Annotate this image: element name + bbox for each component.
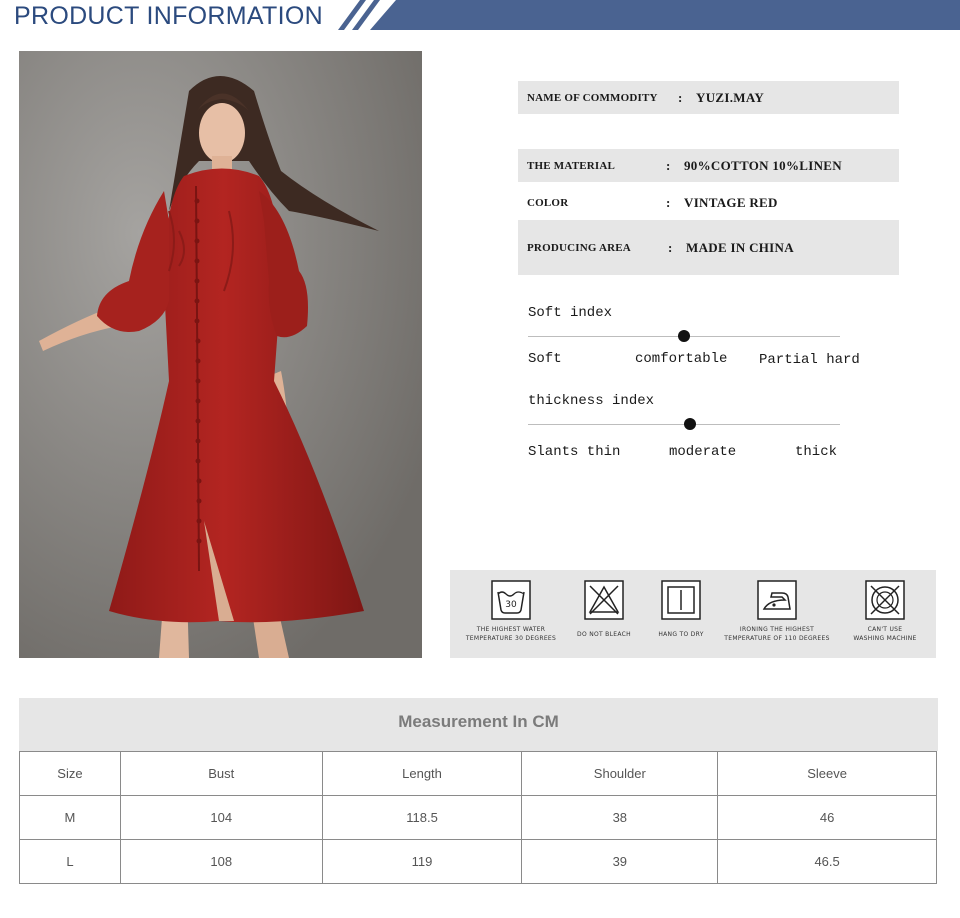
table-cell: M — [19, 795, 121, 840]
care-caption: HANG TO DRY — [658, 631, 704, 638]
thickness-index-label-low: Slants thin — [528, 444, 621, 460]
care-caption: CAN'T USE WASHING MACHINE — [853, 626, 917, 642]
table-header-cell: Sleeve — [717, 751, 937, 796]
spec-label: PRODUCING AREA — [527, 242, 631, 254]
no-machine-wash-icon — [865, 580, 905, 620]
wash-30-icon: 30 — [491, 580, 531, 620]
do-not-bleach-icon — [584, 580, 624, 620]
care-item-hang: HANG TO DRY — [646, 580, 716, 639]
hang-to-dry-icon — [661, 580, 701, 620]
care-item-bleach: DO NOT BLEACH — [568, 580, 640, 639]
table-cell: 104 — [119, 795, 323, 840]
care-caption: THE HIGHEST WATER TEMPERATURE 30 DEGREES — [465, 626, 557, 642]
table-cell: 118.5 — [321, 795, 523, 840]
spec-value: YUZI.MAY — [696, 90, 765, 105]
table-cell: L — [19, 839, 121, 884]
care-caption: IRONING THE HIGHEST TEMPERATURE OF 110 DE… — [724, 626, 830, 642]
spec-row-producing-area: PRODUCING AREA : MADE IN CHINA — [518, 220, 899, 275]
table-cell: 46.5 — [717, 839, 937, 884]
spec-label: NAME OF COMMODITY — [527, 92, 658, 104]
thickness-index-marker — [684, 418, 697, 430]
care-caption: DO NOT BLEACH — [577, 631, 631, 638]
header-accent-bar — [338, 0, 960, 30]
spec-colon: : — [666, 158, 671, 173]
table-header-row: Size Bust Length Shoulder Sleeve — [19, 751, 937, 796]
table-header-cell: Shoulder — [521, 751, 719, 796]
spec-value: 90%COTTON 10%LINEN — [684, 158, 842, 173]
thickness-index-label-high: thick — [795, 444, 838, 460]
table-cell: 46 — [717, 795, 937, 840]
wash-temperature: 30 — [505, 600, 517, 610]
thickness-index-title: thickness index — [528, 393, 655, 409]
spec-colon: : — [678, 90, 683, 105]
spec-colon: : — [668, 240, 673, 255]
measurement-table: Size Bust Length Shoulder Sleeve M 104 1… — [19, 751, 937, 884]
soft-index-marker — [678, 330, 690, 342]
iron-icon — [757, 580, 797, 620]
spec-value: VINTAGE RED — [684, 195, 778, 210]
table-row: M 104 118.5 38 46 — [19, 795, 937, 840]
table-cell: 119 — [321, 839, 523, 884]
care-item-machine: CAN'T USE WASHING MACHINE — [840, 580, 930, 643]
product-photo — [19, 51, 422, 658]
table-cell: 108 — [119, 839, 323, 884]
soft-index-label-mid: comfortable — [635, 351, 728, 367]
table-header-cell: Size — [19, 751, 121, 796]
soft-index-label-low: Soft — [528, 351, 562, 367]
measurement-title: Measurement In CM — [398, 712, 559, 731]
spec-colon: : — [666, 195, 671, 210]
care-item-iron: IRONING THE HIGHEST TEMPERATURE OF 110 DE… — [720, 580, 834, 643]
spec-row-commodity: NAME OF COMMODITY : YUZI.MAY — [518, 81, 899, 114]
table-row: L 108 119 39 46.5 — [19, 839, 937, 884]
table-header-cell: Bust — [119, 751, 323, 796]
spec-row-material: THE MATERIAL : 90%COTTON 10%LINEN — [518, 149, 899, 182]
spec-label: COLOR — [527, 197, 569, 209]
care-instructions: 30 THE HIGHEST WATER TEMPERATURE 30 DEGRE… — [450, 570, 936, 658]
spec-value: MADE IN CHINA — [686, 240, 794, 255]
page-title: PRODUCT INFORMATION — [14, 2, 323, 30]
spec-row-color: COLOR : VINTAGE RED — [518, 186, 899, 219]
care-item-wash: 30 THE HIGHEST WATER TEMPERATURE 30 DEGRE… — [458, 580, 564, 643]
soft-index-title: Soft index — [528, 305, 613, 321]
table-cell: 39 — [521, 839, 719, 884]
measurement-header: Measurement In CM — [19, 698, 938, 751]
soft-index-label-high: Partial hard — [759, 352, 860, 368]
table-cell: 38 — [521, 795, 719, 840]
spec-label: THE MATERIAL — [527, 160, 616, 172]
thickness-index-label-mid: moderate — [669, 444, 737, 460]
table-header-cell: Length — [321, 751, 523, 796]
